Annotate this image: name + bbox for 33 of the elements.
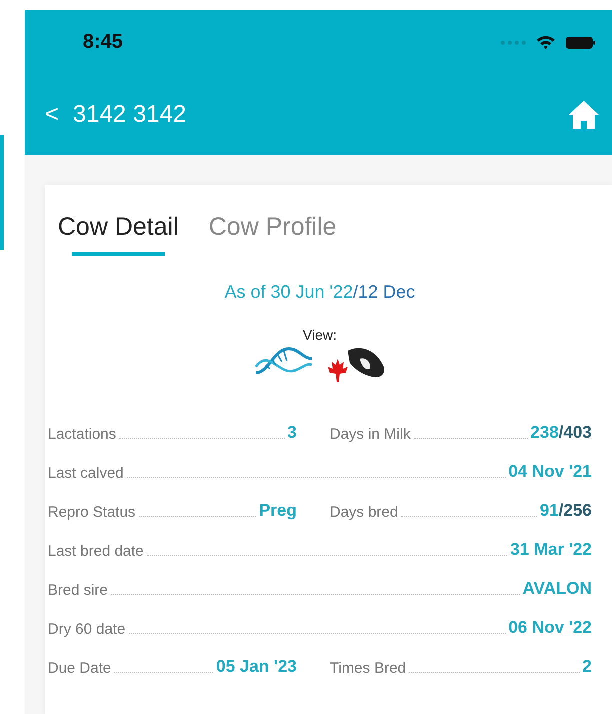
home-icon xyxy=(568,100,600,130)
field-value: 05 Jan '23 xyxy=(216,657,297,677)
battery-icon xyxy=(566,36,596,48)
field-label: Days in Milk xyxy=(330,426,411,443)
field-value: 2 xyxy=(582,657,592,677)
field-value: 3 xyxy=(288,423,297,443)
page-title: 3142 3142 xyxy=(73,101,188,129)
field-label: Days bred xyxy=(330,504,398,521)
back-button[interactable]: < xyxy=(45,101,60,129)
field-value: 91/256 xyxy=(540,501,592,521)
field-label: Repro Status xyxy=(48,504,136,521)
field-label: Times Bred xyxy=(330,660,406,677)
field-label: Last bred date xyxy=(48,543,144,560)
field-label: Lactations xyxy=(48,426,116,443)
wifi-icon xyxy=(536,35,556,50)
tab[interactable]: Cow Detail xyxy=(58,213,179,256)
home-button[interactable] xyxy=(568,100,600,130)
field-label: Bred sire xyxy=(48,582,108,599)
field-value: AVALON xyxy=(522,579,592,599)
field-value: 04 Nov '21 xyxy=(508,462,592,482)
field-value: Preg xyxy=(259,501,297,521)
field-value: 06 Nov '22 xyxy=(508,618,592,638)
field-value: 31 Mar '22 xyxy=(510,540,592,560)
view-label: View: xyxy=(302,327,338,343)
status-time: 8:45 xyxy=(83,31,124,54)
signal-icon xyxy=(500,40,528,46)
field-value: 238/403 xyxy=(530,423,592,443)
field-label: Due Date xyxy=(48,660,112,677)
field-label: Last calved xyxy=(48,465,124,482)
dna-icon[interactable] xyxy=(254,345,314,377)
as-of-date: As of 30 Jun '22/12 Dec xyxy=(224,282,416,303)
field-label: Dry 60 date xyxy=(48,621,126,638)
tab[interactable]: Cow Profile xyxy=(208,213,337,256)
